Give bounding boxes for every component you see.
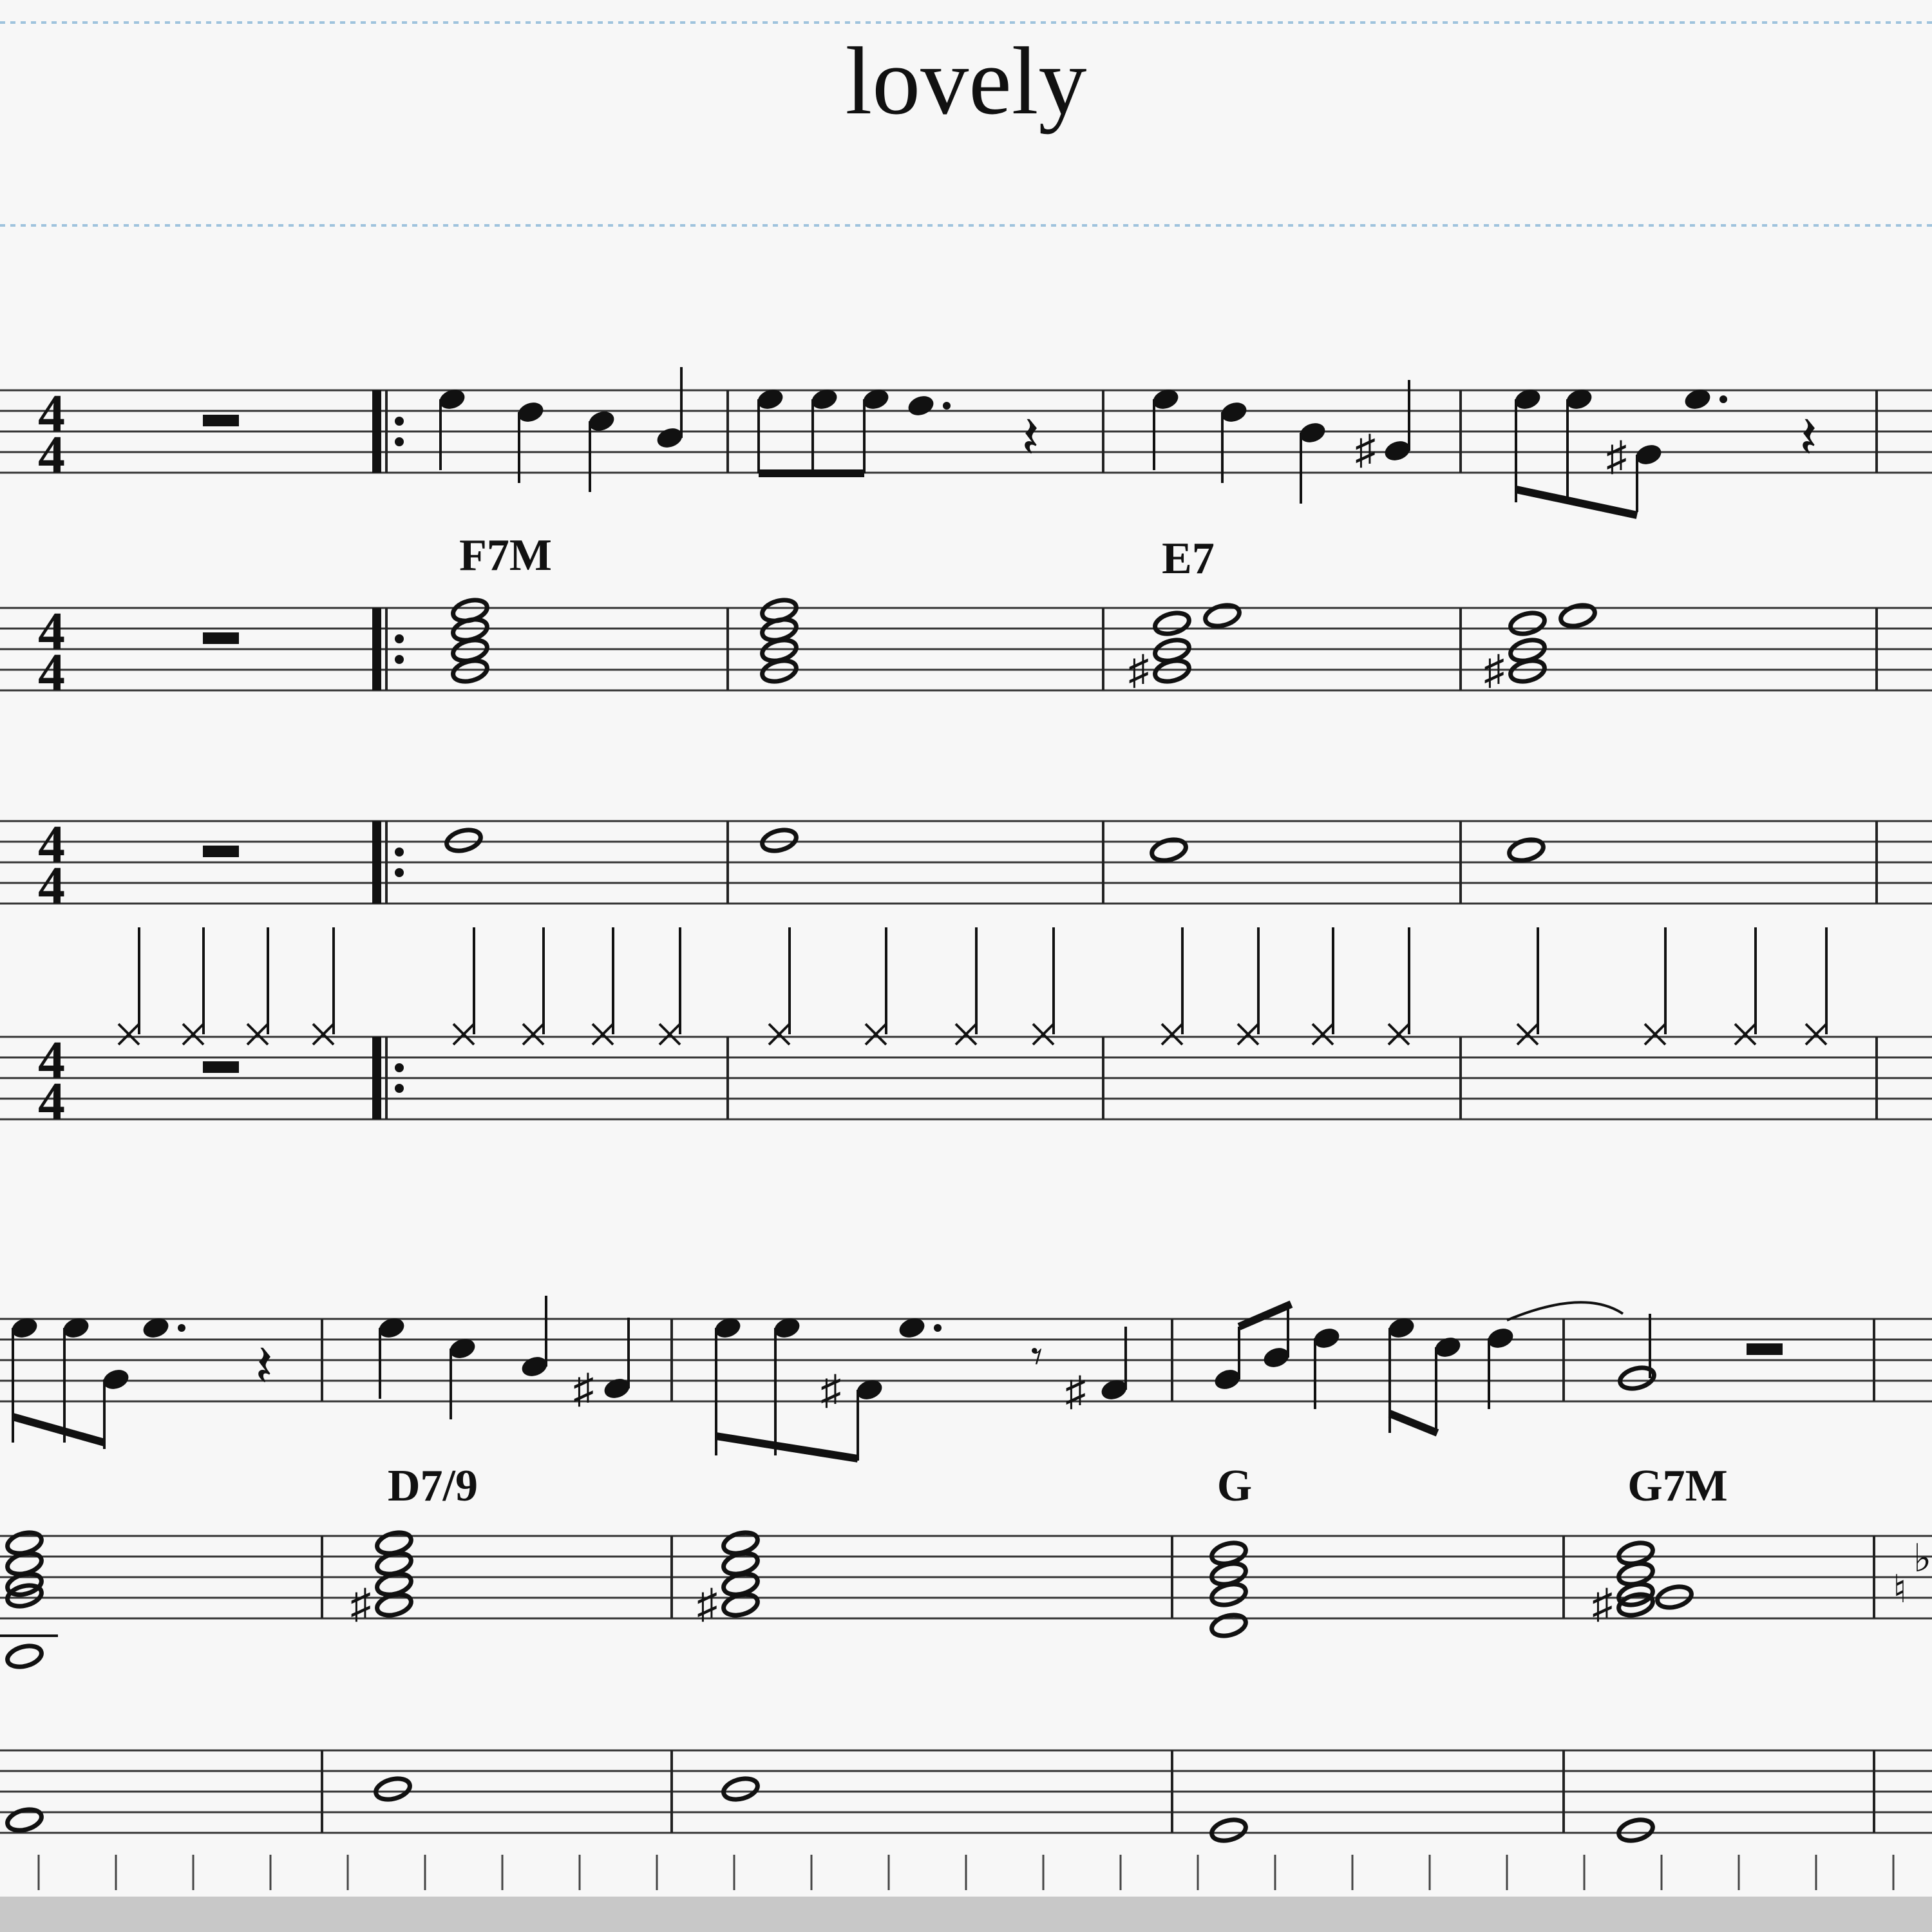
time-signature-denominator: 4 <box>38 643 65 703</box>
chord-symbol: G7M <box>1627 1461 1728 1511</box>
note-head-whole <box>374 1776 412 1802</box>
note-head-whole <box>1209 1817 1248 1843</box>
repeat-dot <box>395 655 404 664</box>
note-head-whole <box>1150 837 1188 863</box>
eighth-beam <box>1388 1410 1439 1437</box>
note-head-whole <box>1153 611 1191 636</box>
augmentation-dot <box>178 1324 185 1332</box>
bottom-scrollbar-track[interactable] <box>0 1897 1932 1932</box>
eighth-beam <box>715 1432 858 1463</box>
eighth-beam <box>12 1413 106 1446</box>
chord-symbol: E7 <box>1162 534 1215 583</box>
time-ruler <box>37 1855 1895 1890</box>
whole-rest <box>203 1061 239 1073</box>
sharp-accidental: ♯ <box>1355 427 1376 473</box>
time-signature-denominator: 4 <box>38 856 65 916</box>
sharp-accidental: ♯ <box>1592 1581 1613 1627</box>
note-head-filled <box>908 396 934 415</box>
note-head-whole <box>1507 837 1546 863</box>
sharp-accidental: ♯ <box>1484 647 1504 693</box>
repeat-dot <box>395 848 404 857</box>
sharp-accidental: ♯ <box>1065 1368 1086 1414</box>
note-head-whole <box>1616 1817 1655 1843</box>
repeat-thick-bar <box>372 608 381 690</box>
sharp-accidental: ♯ <box>820 1367 841 1413</box>
note-head-whole <box>1558 603 1597 629</box>
whole-rest <box>1747 1343 1783 1355</box>
repeat-dot <box>395 437 404 446</box>
augmentation-dot <box>934 1324 942 1332</box>
note-head-whole <box>1203 603 1242 629</box>
whole-rest <box>203 415 239 426</box>
score-canvas[interactable]: 44444444𝄽 ♯ ♯ 𝄽F7M E7♯ ♯ 𝄽 ♯ ♯𝄾♯D7/9♯ ♯G G7M♯ ♮♭ <box>0 0 1932 1932</box>
repeat-dot <box>395 1063 404 1072</box>
page-margin-guides <box>0 21 1932 227</box>
note-head-whole <box>721 1776 760 1802</box>
time-signature-denominator: 4 <box>38 1072 65 1132</box>
flat-accidental: ♭ <box>1913 1537 1931 1580</box>
eighth-rest: 𝄾 <box>1031 1332 1043 1382</box>
chord-symbol: D7/9 <box>388 1461 478 1511</box>
repeat-thick-bar <box>372 821 381 904</box>
quarter-rest: 𝄽 <box>255 1335 273 1399</box>
whole-rest <box>203 632 239 644</box>
sharp-accidental: ♯ <box>697 1581 717 1627</box>
augmentation-dot <box>943 402 951 410</box>
repeat-dot <box>395 1084 404 1093</box>
repeat-dot <box>395 868 404 877</box>
repeat-dot <box>395 417 404 426</box>
note-head-whole <box>5 1807 44 1833</box>
repeat-dot <box>395 634 404 643</box>
augmentation-dot <box>1719 395 1727 403</box>
sharp-accidental: ♯ <box>1128 647 1149 693</box>
quarter-rest: 𝄽 <box>1021 406 1039 470</box>
repeat-thick-bar <box>372 1037 381 1119</box>
note-head-whole <box>1209 1613 1248 1638</box>
eighth-beam <box>1515 486 1638 519</box>
eighth-beam <box>1237 1300 1293 1331</box>
chord-symbol: F7M <box>459 531 552 580</box>
quarter-rest: 𝄽 <box>1799 406 1817 470</box>
note-head-whole <box>5 1643 44 1669</box>
tie <box>1506 1301 1624 1321</box>
sharp-accidental: ♯ <box>1606 433 1627 479</box>
time-signature-denominator: 4 <box>38 425 65 485</box>
repeat-thick-bar <box>372 390 381 473</box>
system-1: 44444444𝄽 ♯ ♯ 𝄽F7M E7♯ ♯ <box>0 367 1932 1132</box>
note-head-whole <box>760 828 799 853</box>
note-head-whole <box>1508 611 1547 636</box>
whole-rest <box>203 846 239 857</box>
system-2: 𝄽 ♯ ♯ 𝄾 ♯ D7/9 ♯ ♯ G G7M ♯ ♮♭ <box>0 1296 1932 1843</box>
note-head-whole <box>444 828 483 853</box>
sharp-accidental: ♯ <box>573 1366 594 1412</box>
chord-symbol: G <box>1217 1461 1252 1511</box>
natural-accidental: ♮ <box>1893 1568 1906 1611</box>
sharp-accidental: ♯ <box>350 1581 371 1627</box>
